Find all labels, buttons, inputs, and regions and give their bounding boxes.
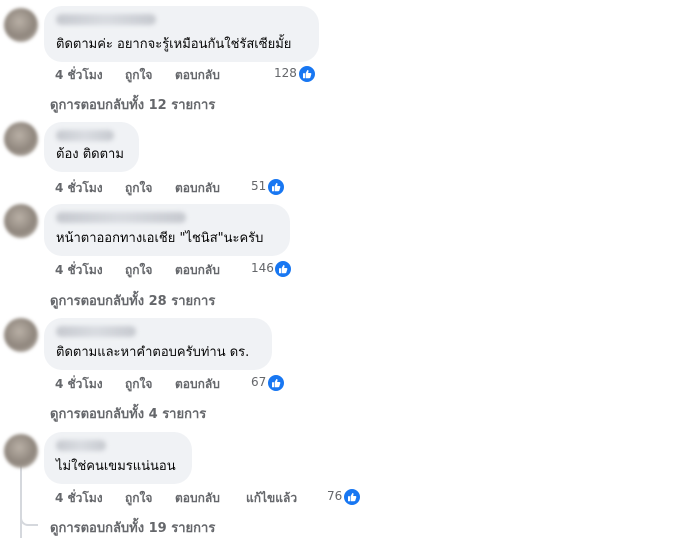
view-replies-link[interactable]: ดูการตอบกลับทั้ง 28 รายการ: [50, 290, 215, 311]
avatar[interactable]: [4, 204, 38, 238]
thread-line: [20, 458, 22, 538]
reaction-count[interactable]: 76: [327, 488, 367, 507]
avatar[interactable]: [4, 318, 38, 352]
comment: หน้าตาออกทางเอเชีย "ไชนิส"นะครับ 4 ชั่วโ…: [0, 200, 688, 310]
reply-button[interactable]: ตอบกลับ: [175, 261, 220, 280]
comment-text: ไม่ใช่คนเขมรแน่นอน: [56, 459, 176, 474]
like-button[interactable]: ถูกใจ: [125, 261, 152, 280]
like-thumbs-up-icon: [343, 488, 361, 506]
comment: ติดตามและหาคำตอบครับท่าน ดร. 4 ชั่วโมง ถ…: [0, 314, 688, 424]
edited-label[interactable]: แก้ไขแล้ว: [246, 489, 297, 508]
comment: ไม่ใช่คนเขมรแน่นอน 4 ชั่วโมง ถูกใจ ตอบกล…: [0, 428, 688, 538]
reaction-count[interactable]: 128: [274, 65, 319, 84]
comment-text: ติดตามและหาคำตอบครับท่าน ดร.: [56, 345, 250, 360]
view-replies-link[interactable]: ดูการตอบกลับทั้ง 12 รายการ: [50, 94, 215, 115]
reply-connector: [20, 514, 38, 526]
reply-button[interactable]: ตอบกลับ: [175, 375, 220, 394]
comment-bubble: หน้าตาออกทางเอเชีย "ไชนิส"นะครับ: [44, 204, 290, 256]
comment-text: หน้าตาออกทางเอเชีย "ไชนิส"นะครับ: [56, 231, 264, 246]
comment-bubble: ติดตามค่ะ อยากจะรู้เหมือนกันใช่รัสเซียมั…: [44, 6, 319, 62]
reaction-count-number: 146: [251, 261, 274, 275]
reply-button[interactable]: ตอบกลับ: [175, 179, 220, 198]
reaction-count-number: 67: [251, 375, 267, 389]
author-name-blurred[interactable]: [56, 130, 114, 141]
author-name-blurred[interactable]: [56, 440, 106, 451]
reaction-count-number: 76: [327, 489, 343, 503]
like-button[interactable]: ถูกใจ: [125, 179, 152, 198]
reaction-count[interactable]: 67: [251, 374, 291, 393]
avatar[interactable]: [4, 434, 38, 468]
reaction-count[interactable]: 146: [251, 260, 296, 279]
reaction-count-number: 51: [251, 179, 267, 193]
view-replies-link[interactable]: ดูการตอบกลับทั้ง 4 รายการ: [50, 403, 206, 424]
comment-bubble: ต้อง ติดตาม: [44, 122, 139, 172]
like-thumbs-up-icon: [274, 260, 292, 278]
author-name-blurred[interactable]: [56, 14, 156, 25]
author-name-blurred[interactable]: [56, 326, 136, 337]
like-thumbs-up-icon: [267, 178, 285, 196]
timestamp-link[interactable]: 4 ชั่วโมง: [55, 375, 103, 394]
author-name-blurred[interactable]: [56, 212, 186, 223]
like-button[interactable]: ถูกใจ: [125, 375, 152, 394]
reply-button[interactable]: ตอบกลับ: [175, 66, 220, 85]
comment-bubble: ไม่ใช่คนเขมรแน่นอน: [44, 432, 192, 484]
like-button[interactable]: ถูกใจ: [125, 489, 152, 508]
avatar[interactable]: [4, 122, 38, 156]
comment-text: ต้อง ติดตาม: [56, 147, 124, 162]
comment-bubble: ติดตามและหาคำตอบครับท่าน ดร.: [44, 318, 272, 370]
timestamp-link[interactable]: 4 ชั่วโมง: [55, 66, 103, 85]
like-thumbs-up-icon: [267, 374, 285, 392]
comment-text: ติดตามค่ะ อยากจะรู้เหมือนกันใช่รัสเซียมั…: [56, 37, 292, 52]
like-thumbs-up-icon: [298, 65, 316, 83]
avatar[interactable]: [4, 8, 38, 42]
reply-button[interactable]: ตอบกลับ: [175, 489, 220, 508]
timestamp-link[interactable]: 4 ชั่วโมง: [55, 179, 103, 198]
reaction-count-number: 128: [274, 66, 297, 80]
timestamp-link[interactable]: 4 ชั่วโมง: [55, 489, 103, 508]
like-button[interactable]: ถูกใจ: [125, 66, 152, 85]
view-replies-link[interactable]: ดูการตอบกลับทั้ง 19 รายการ: [50, 517, 215, 538]
timestamp-link[interactable]: 4 ชั่วโมง: [55, 261, 103, 280]
comment: ติดตามค่ะ อยากจะรู้เหมือนกันใช่รัสเซียมั…: [0, 0, 688, 113]
reaction-count[interactable]: 51: [251, 178, 291, 197]
